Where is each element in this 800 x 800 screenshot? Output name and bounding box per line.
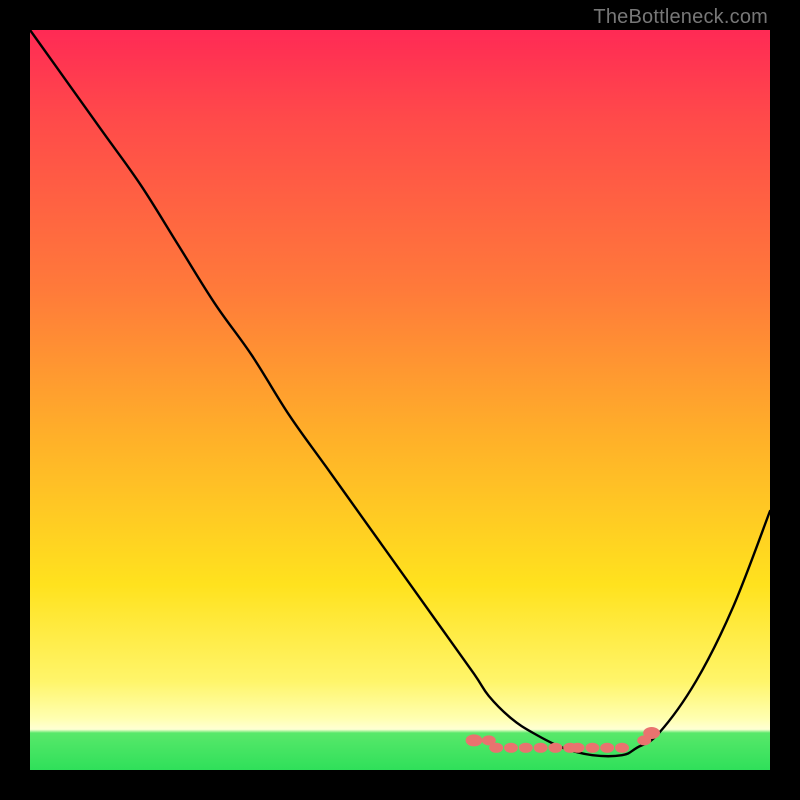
plot-area: [30, 30, 770, 770]
recommended-dot: [519, 743, 533, 753]
recommended-dot: [643, 727, 660, 739]
bottleneck-curve: [30, 30, 770, 756]
recommended-dot: [548, 743, 562, 753]
watermark-text: TheBottleneck.com: [593, 6, 768, 29]
recommended-dot: [466, 734, 483, 746]
recommended-dot: [504, 743, 518, 753]
chart-container: TheBottleneck.com: [0, 0, 800, 800]
recommended-dot: [600, 743, 614, 753]
recommended-dot: [585, 743, 599, 753]
recommended-dot: [615, 743, 629, 753]
recommended-dot: [534, 743, 548, 753]
chart-svg: [30, 30, 770, 770]
recommended-dot: [489, 743, 503, 753]
recommended-dot: [571, 743, 585, 753]
